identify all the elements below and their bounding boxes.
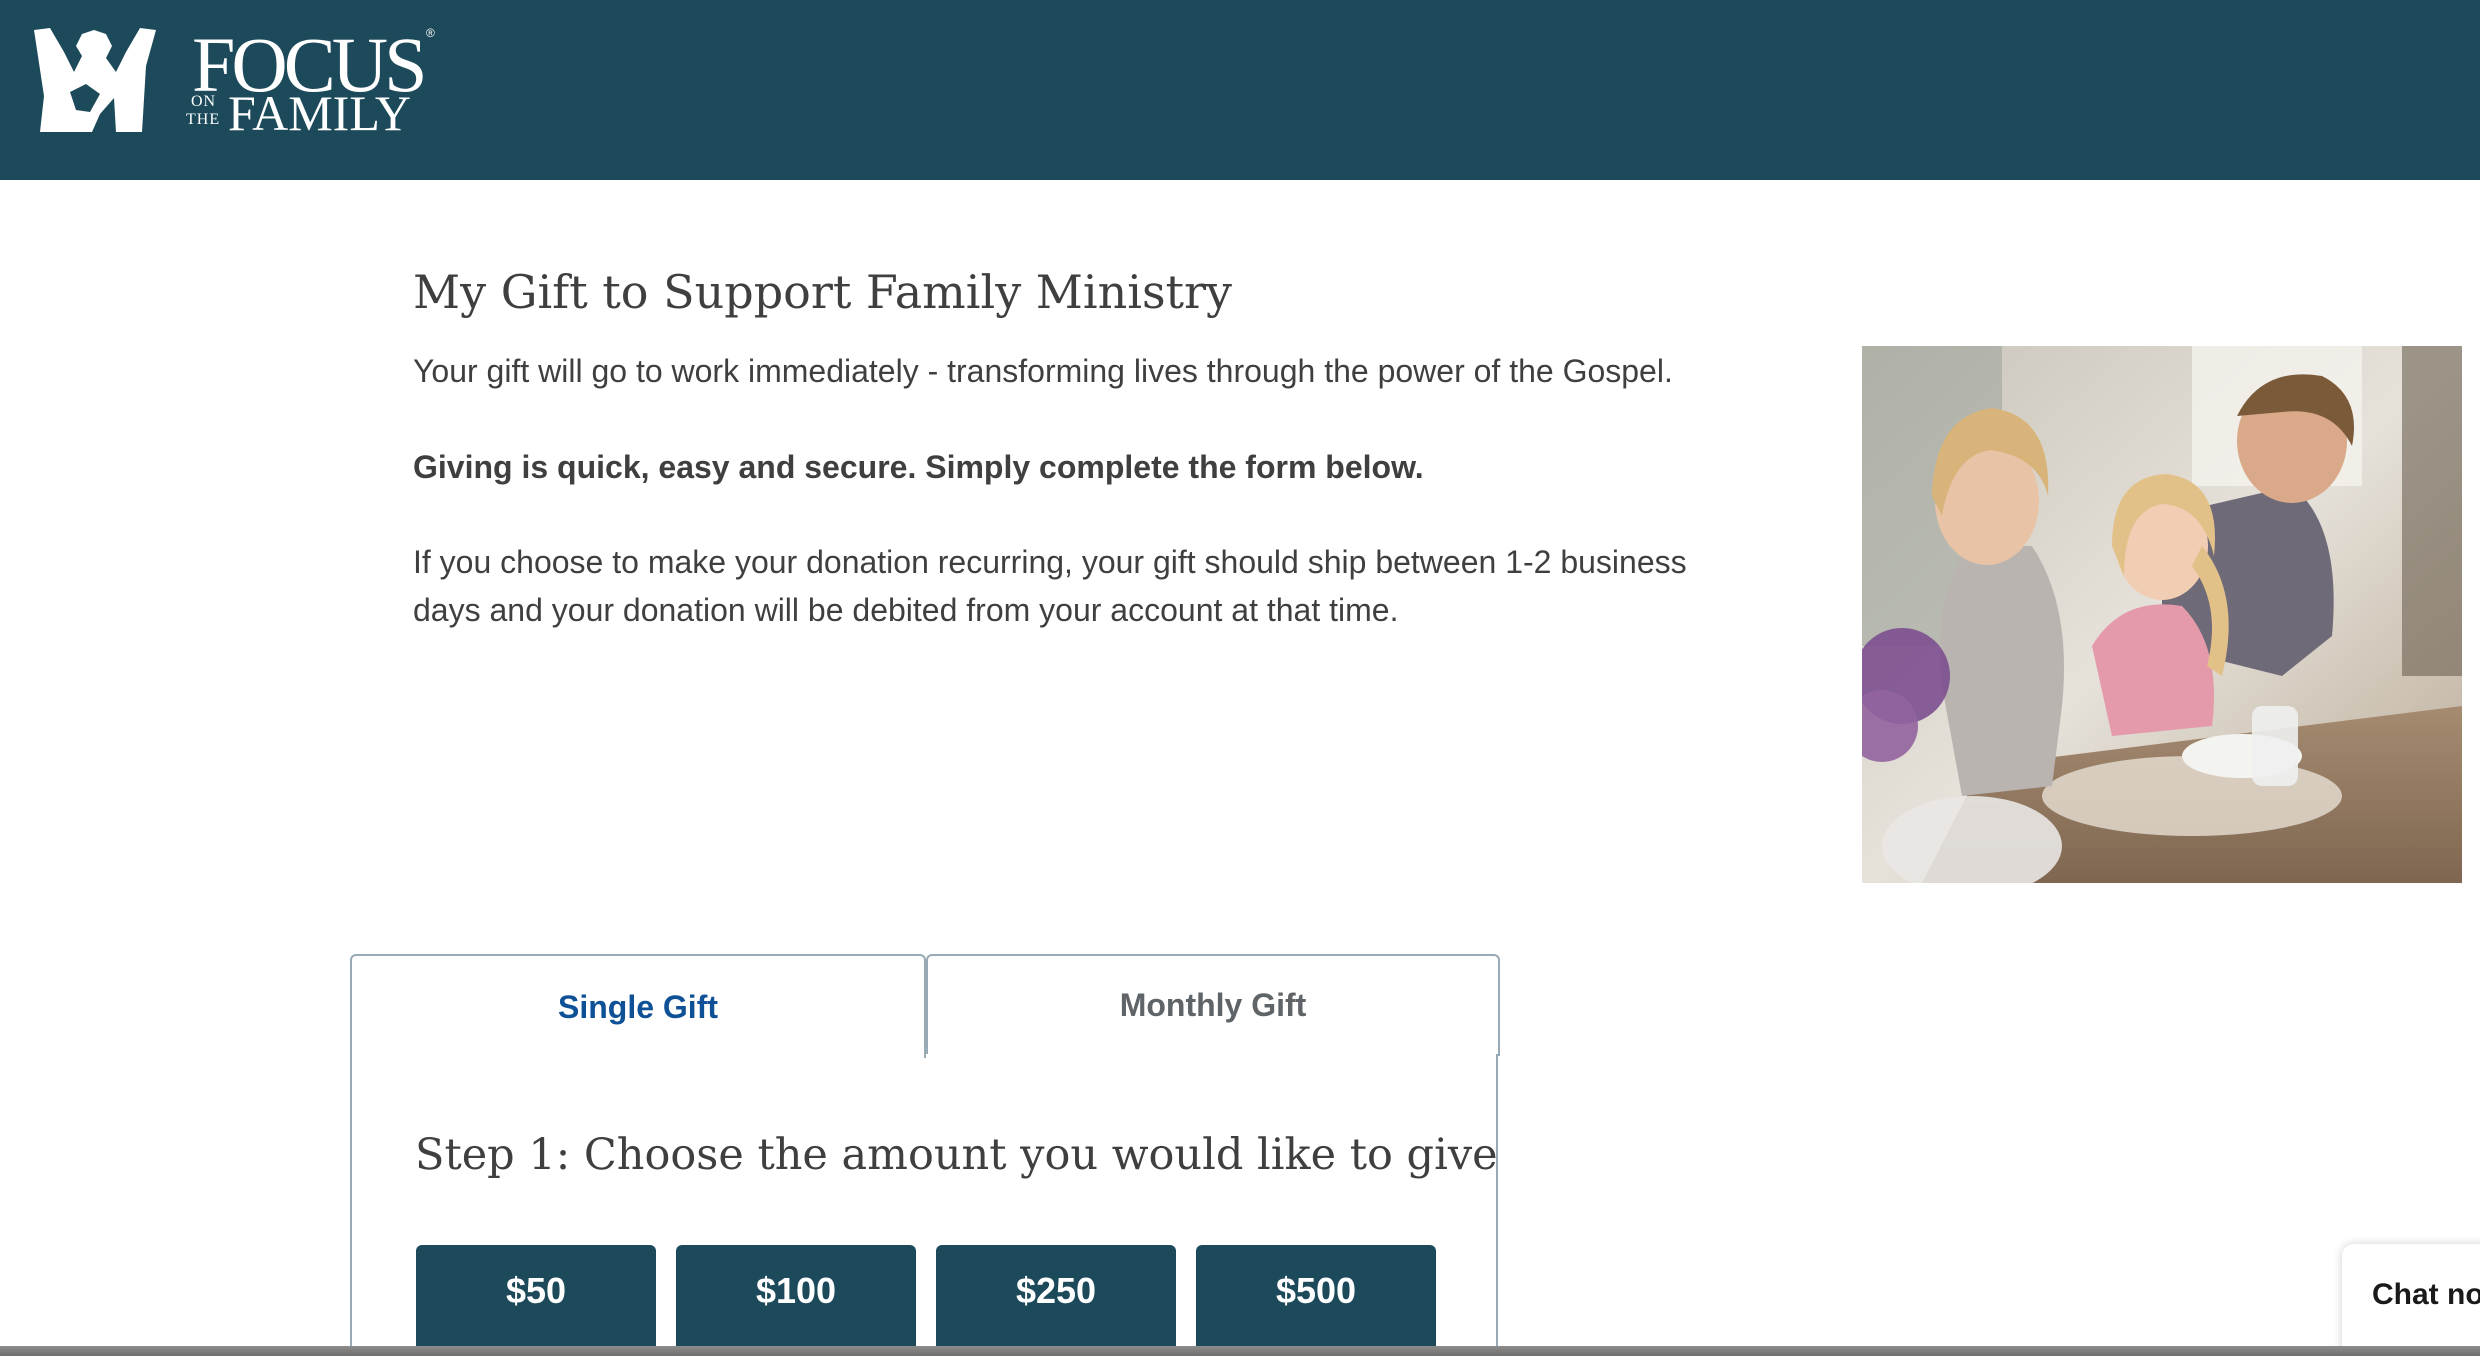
chat-now-widget[interactable]: Chat no: [2342, 1244, 2480, 1354]
chat-now-label: Chat no: [2372, 1278, 2480, 1311]
tab-monthly-gift-label: Monthly Gift: [1119, 986, 1307, 1023]
intro-paragraph-impact: Your gift will go to work immediately - …: [413, 353, 1673, 389]
site-header: FOCUS ® ON THE FAMILY: [0, 0, 2480, 180]
amount-button-50[interactable]: $50: [416, 1245, 656, 1356]
tab-monthly-gift[interactable]: Monthly Gift: [926, 954, 1500, 1056]
tab-single-gift[interactable]: Single Gift: [350, 954, 926, 1058]
logo-word-on: ON: [191, 93, 217, 110]
family-baking-photo: [1862, 346, 2462, 883]
amount-button-250[interactable]: $250: [936, 1245, 1176, 1356]
intro-paragraph-recurring: If you choose to make your donation recu…: [413, 544, 1687, 628]
amount-button-100[interactable]: $100: [676, 1245, 916, 1356]
family-figure-icon: [34, 28, 156, 132]
logo-word-family: FAMILY: [228, 85, 411, 141]
tab-single-gift-label: Single Gift: [558, 988, 718, 1025]
window-bottom-edge: [0, 1346, 2480, 1356]
focus-on-the-family-logo[interactable]: FOCUS ® ON THE FAMILY: [30, 22, 450, 142]
page: FOCUS ® ON THE FAMILY My Gift to Support…: [0, 0, 2480, 1356]
registered-mark: ®: [426, 26, 435, 40]
intro-paragraph-secure: Giving is quick, easy and secure. Simply…: [413, 449, 1424, 485]
logo-word-the: THE: [186, 111, 221, 128]
step-1-title: Step 1: Choose the amount you would like…: [415, 1130, 1498, 1180]
amount-button-500[interactable]: $500: [1196, 1245, 1436, 1356]
page-title: My Gift to Support Family Ministry: [413, 265, 1233, 319]
